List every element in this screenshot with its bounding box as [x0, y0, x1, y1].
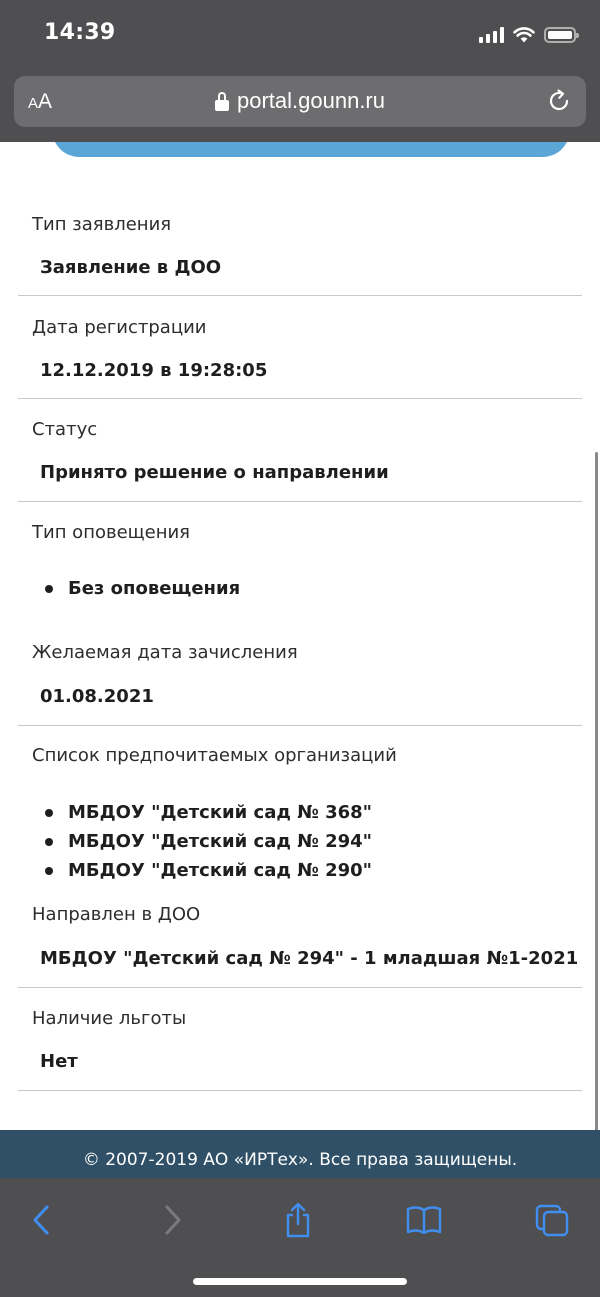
- forward-button[interactable]: [150, 1198, 194, 1242]
- status-time: 14:39: [44, 20, 116, 45]
- page-content: Тип заявления Заявление в ДОО Дата регис…: [0, 142, 600, 1130]
- lock-icon: [215, 91, 229, 111]
- back-icon: [33, 1205, 49, 1235]
- field-value: Нет: [40, 1051, 78, 1072]
- browser-toolbar: [0, 1178, 600, 1297]
- field-label: Желаемая дата зачисления: [32, 642, 298, 663]
- tabs-button[interactable]: [530, 1198, 574, 1242]
- forward-icon: [165, 1205, 181, 1235]
- field-application-type: Тип заявления Заявление в ДОО: [18, 202, 582, 296]
- field-directed-to: Направлен в ДОО МБДОУ "Детский сад № 294…: [18, 886, 582, 988]
- field-value: МБДОУ "Детский сад № 294" - 1 младшая №1…: [40, 948, 579, 969]
- address-bar[interactable]: AA portal.gounn.ru: [14, 76, 586, 127]
- list-item: Без оповещения: [44, 574, 240, 603]
- field-value: 12.12.2019 в 19:28:05: [40, 360, 268, 381]
- top-action-button[interactable]: [52, 142, 570, 157]
- field-label: Дата регистрации: [32, 317, 207, 338]
- home-indicator[interactable]: [193, 1278, 407, 1285]
- field-label: Статус: [32, 419, 98, 440]
- cellular-signal-icon: [479, 27, 504, 43]
- wifi-icon: [513, 27, 535, 43]
- share-icon: [286, 1202, 310, 1238]
- field-benefit: Наличие льготы Нет: [18, 988, 582, 1091]
- page-footer: © 2007-2019 АО «ИРТех». Все права защище…: [0, 1130, 600, 1178]
- field-preferred-organizations: Список предпочитаемых организаций МБДОУ …: [18, 726, 582, 886]
- field-registration-date: Дата регистрации 12.12.2019 в 19:28:05: [18, 296, 582, 399]
- copyright-text: © 2007-2019 АО «ИРТех». Все права защище…: [82, 1150, 518, 1170]
- list-item: МБДОУ "Детский сад № 368": [44, 798, 372, 827]
- bookmarks-icon: [406, 1206, 442, 1235]
- scrollbar[interactable]: [595, 452, 598, 1130]
- organizations-list: МБДОУ "Детский сад № 368" МБДОУ "Детский…: [44, 798, 372, 885]
- url-display[interactable]: portal.gounn.ru: [14, 88, 586, 114]
- reload-icon[interactable]: [546, 88, 572, 114]
- field-notification-type: Тип оповещения Без оповещения: [18, 502, 582, 624]
- list-item: МБДОУ "Детский сад № 294": [44, 827, 372, 856]
- browser-top-chrome: 14:39 AA portal.gounn.ru: [0, 0, 600, 142]
- bookmarks-button[interactable]: [402, 1198, 446, 1242]
- list-item: МБДОУ "Детский сад № 290": [44, 856, 372, 885]
- field-value: Принято решение о направлении: [40, 462, 389, 483]
- back-button[interactable]: [20, 1198, 64, 1242]
- field-label: Список предпочитаемых организаций: [32, 745, 397, 766]
- field-label: Направлен в ДОО: [32, 904, 201, 925]
- url-text: portal.gounn.ru: [237, 88, 385, 113]
- field-label: Тип оповещения: [32, 522, 190, 543]
- status-icons: [479, 24, 579, 46]
- field-desired-date: Желаемая дата зачисления 01.08.2021: [18, 624, 582, 726]
- field-value: 01.08.2021: [40, 686, 154, 707]
- field-value: Заявление в ДОО: [40, 257, 222, 278]
- notification-list: Без оповещения: [44, 574, 240, 603]
- tabs-icon: [535, 1204, 569, 1237]
- field-label: Наличие льготы: [32, 1008, 187, 1029]
- field-label: Тип заявления: [32, 214, 172, 235]
- field-status: Статус Принято решение о направлении: [18, 399, 582, 502]
- battery-icon: [544, 27, 579, 43]
- share-button[interactable]: [276, 1198, 320, 1242]
